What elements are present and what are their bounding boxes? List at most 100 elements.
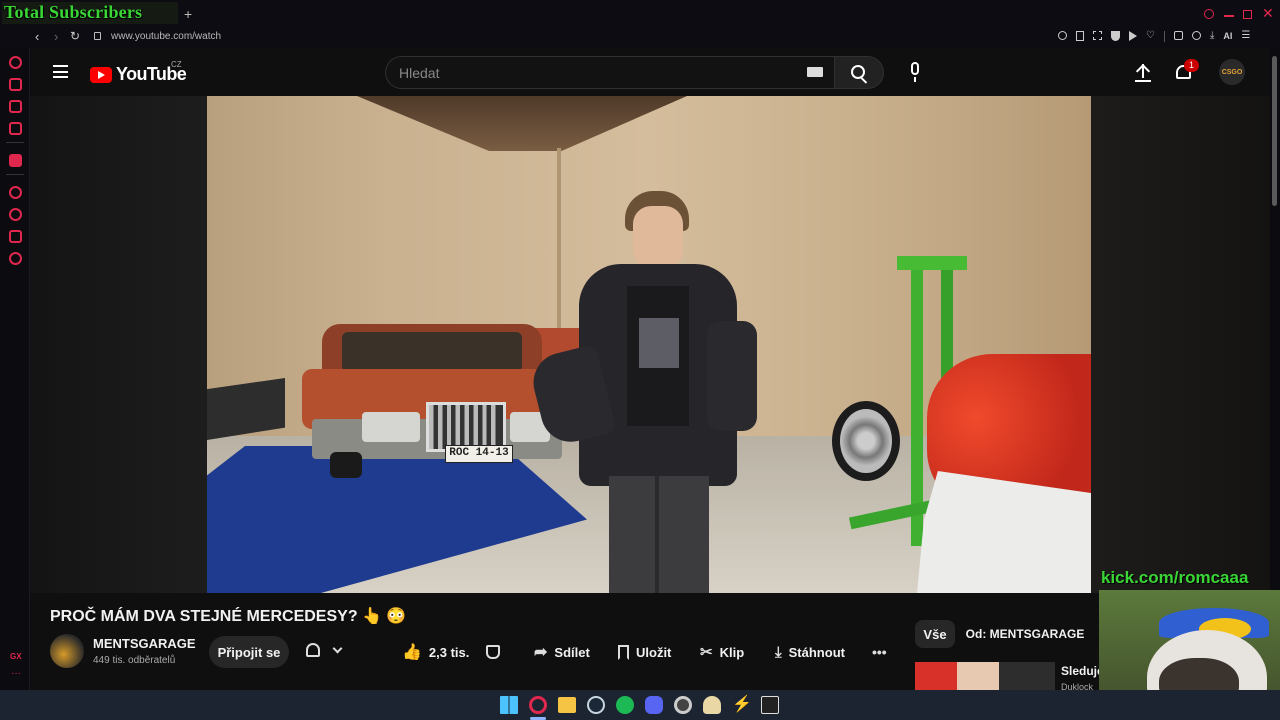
save-label: Uložit [636, 644, 672, 660]
play-icon[interactable] [1129, 31, 1137, 41]
page-scrollbar[interactable] [1272, 56, 1277, 206]
messenger-icon[interactable] [9, 100, 22, 113]
gx-control-icon[interactable] [9, 56, 22, 69]
chip-all[interactable]: Vše [915, 620, 955, 648]
save-button[interactable]: Uložit [618, 640, 671, 664]
video-player[interactable]: ROC 14-13 [207, 96, 1091, 593]
extensions-sidebar-icon[interactable] [9, 230, 22, 243]
join-label: Připojit se [217, 644, 281, 660]
ai-icon[interactable]: AI [1223, 31, 1232, 42]
url-field[interactable]: www.youtube.com/watch [111, 31, 221, 42]
history-icon[interactable] [9, 208, 22, 221]
video-title: PROČ MÁM DVA STEJNÉ MERCEDESY? 👆 😳 [50, 608, 407, 625]
minimize-icon[interactable] [1224, 15, 1234, 17]
search-box[interactable] [385, 56, 835, 89]
spotify-icon[interactable] [616, 696, 634, 714]
clip-label: Klip [719, 644, 745, 660]
share-icon: ➦ [534, 644, 548, 661]
twitch-icon[interactable] [9, 154, 22, 167]
forward-icon[interactable]: › [54, 29, 58, 44]
search-tabs-icon[interactable] [1204, 9, 1214, 19]
bell-outline-icon [306, 643, 320, 657]
snapshot-icon[interactable] [1093, 31, 1102, 40]
browser-tab-bar: Total Subscribers + ✕ [0, 0, 1280, 28]
thumbs-down-icon [486, 645, 500, 659]
upload-button[interactable] [1134, 62, 1152, 82]
lock-icon [94, 32, 101, 40]
mercedes-car: ROC 14-13 [302, 324, 572, 484]
folder-icon[interactable] [558, 697, 576, 713]
account-icon[interactable] [1191, 31, 1201, 40]
subscribe-notification-button[interactable] [304, 642, 348, 662]
like-count: 2,3 tis. [428, 644, 470, 660]
chevron-down-icon [332, 643, 343, 654]
opera-gx-icon[interactable] [529, 696, 547, 714]
download-button[interactable]: ⤓ Stáhnout [775, 640, 845, 664]
channel-name[interactable]: MENTSGARAGE [93, 636, 196, 651]
search-icon [851, 65, 865, 79]
share-label: Sdílet [554, 644, 590, 660]
extensions-icon[interactable] [1173, 31, 1183, 40]
discord-icon[interactable] [645, 696, 663, 714]
settings-icon[interactable] [9, 252, 22, 265]
microphone-icon [911, 62, 919, 75]
address-toolbar-icons: ♡ ⤓ AI ☰ [1058, 31, 1250, 42]
keyboard-icon[interactable] [807, 67, 823, 77]
lightning-icon[interactable]: ⚡ [732, 696, 752, 714]
heart-icon[interactable]: ♡ [1146, 31, 1155, 42]
thumbs-up-icon: 👍 [402, 644, 422, 661]
share-button[interactable]: ➦ Sdílet [534, 640, 590, 664]
pen-icon[interactable] [703, 696, 721, 714]
youtube-play-icon [90, 66, 112, 83]
more-horizontal-icon: ••• [872, 644, 887, 660]
channel-avatar[interactable] [50, 634, 84, 668]
shield-icon[interactable] [1111, 31, 1120, 41]
kick-url-overlay: kick.com/romcaaa [1101, 568, 1249, 587]
windows-taskbar: ⚡ [0, 690, 1280, 720]
maximize-icon[interactable] [1243, 10, 1252, 19]
dislike-button[interactable] [486, 640, 500, 664]
close-icon[interactable]: ✕ [1262, 5, 1274, 22]
search-button[interactable] [834, 56, 884, 89]
chip-all-label: Vše [923, 626, 947, 642]
browser-address-bar: ‹ › ↻ www.youtube.com/watch ♡ ⤓ AI ☰ [0, 28, 1280, 48]
download-icon[interactable]: ⤓ [1210, 31, 1214, 42]
more-icon[interactable]: ··· [11, 668, 21, 679]
clip-button[interactable]: ✂ Klip [700, 640, 744, 664]
chip-from-channel[interactable]: Od: MENTSGARAGE [964, 620, 1086, 648]
scissors-icon: ✂ [700, 644, 713, 661]
player-icon[interactable] [9, 186, 22, 199]
browser-sidebar: GX ··· [0, 48, 30, 690]
search-input[interactable]: Hledat [399, 65, 439, 81]
chrome-icon[interactable] [674, 696, 692, 714]
stream-overlay-title: Total Subscribers [4, 2, 143, 22]
zoom-icon[interactable] [1058, 31, 1067, 40]
download-arrow-icon: ⤓ [775, 643, 782, 661]
steam-icon[interactable] [587, 696, 605, 714]
join-button[interactable]: Připojit se [209, 636, 289, 668]
region-code: CZ [171, 60, 182, 69]
download-label: Stáhnout [788, 644, 845, 660]
reload-icon[interactable]: ↻ [70, 29, 80, 43]
menu-icon[interactable]: ☰ [1241, 31, 1250, 42]
like-button[interactable]: 👍 2,3 tis. [402, 640, 469, 664]
presenter [527, 186, 777, 593]
bookmark-icon [618, 644, 629, 660]
recommended-title[interactable]: Sleduje [1061, 664, 1104, 678]
license-plate: ROC 14-13 [445, 445, 513, 463]
new-tab-icon[interactable]: + [184, 6, 192, 22]
more-actions-button[interactable]: ••• [872, 640, 887, 664]
windows-icon[interactable] [500, 696, 518, 714]
recommended-thumbnail[interactable] [915, 662, 1055, 690]
bag-icon[interactable] [9, 78, 22, 91]
pin-icon[interactable] [1076, 31, 1084, 41]
epic-icon[interactable] [761, 696, 779, 714]
news-icon[interactable] [9, 122, 22, 135]
notifications-button[interactable]: 1 [1174, 59, 1199, 82]
chip-from-label: Od: MENTSGARAGE [965, 627, 1085, 641]
microphone-button[interactable] [907, 62, 923, 82]
back-icon[interactable]: ‹ [35, 29, 39, 44]
gx-label: GX [10, 652, 22, 661]
hamburger-menu-icon[interactable] [53, 65, 68, 78]
avatar[interactable]: CSGO [1219, 59, 1245, 85]
